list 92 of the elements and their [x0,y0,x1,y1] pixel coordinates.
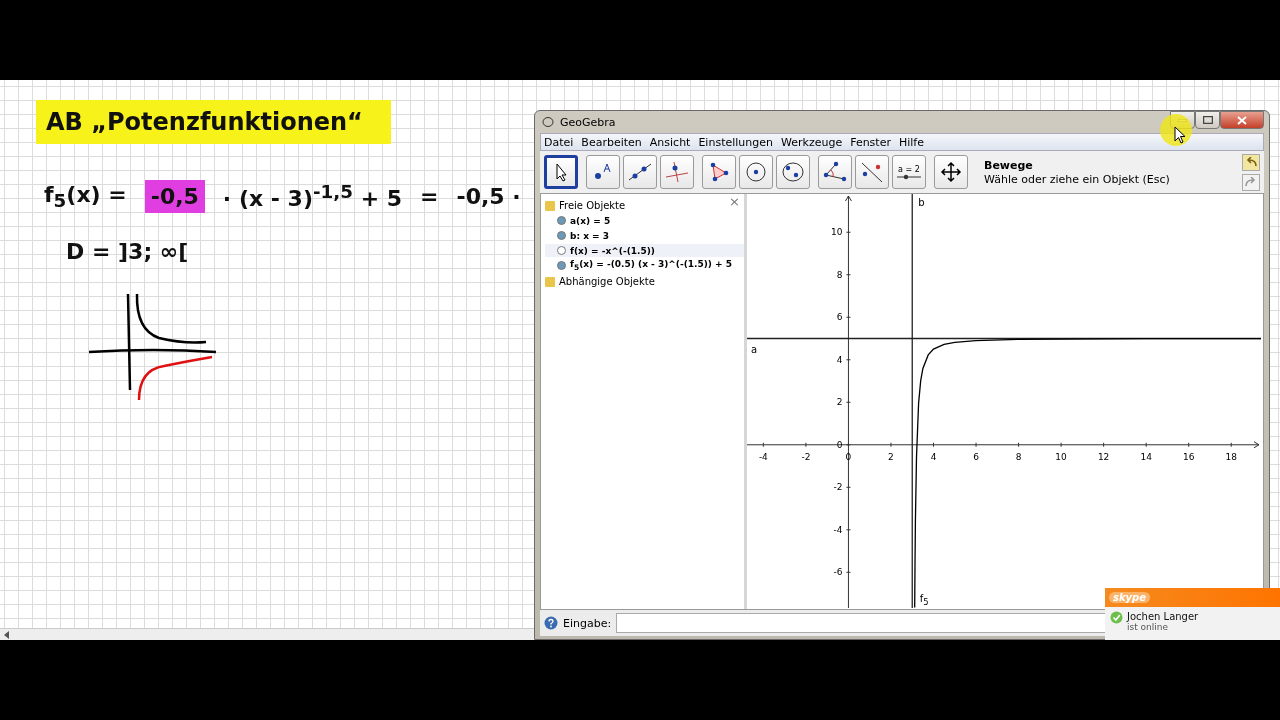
tool-button[interactable] [739,155,773,189]
tick-label: 2 [836,397,843,408]
tick-label: 2 [888,451,894,462]
online-status-icon [1110,611,1123,624]
tool-button[interactable] [544,155,578,189]
tick-label: -4 [833,524,843,535]
undo-button[interactable] [1242,153,1260,171]
tick-label: 10 [831,227,843,238]
undo-icon [1245,157,1257,167]
algebra-item[interactable]: f$_{5}$(x) = -(0.5) (x - 3)^(-(1.5)) + 5 [545,259,744,272]
tick-label: 0 [836,439,843,450]
tick-label: 6 [973,451,979,462]
formula-term: · (x - 3)$^{-1,5}$ + 5 [222,181,403,212]
tool-button[interactable] [702,155,736,189]
menu-item[interactable]: Ansicht [649,135,691,149]
tool-button[interactable]: a = 2 [892,155,926,189]
window-title: GeoGebra [560,115,616,129]
folder-icon [545,275,555,287]
visibility-dot-icon[interactable] [557,246,566,255]
reflection-icon [859,161,885,183]
tool-help: Wähle oder ziehe ein Objekt (Esc) [984,172,1170,186]
tool-button[interactable] [776,155,810,189]
menu-item[interactable]: Werkzeuge [781,135,843,149]
menu-item[interactable]: Einstellungen [698,135,773,149]
ellipse-icon [780,161,806,183]
domain-formula: D = ]3; ∞[ [66,239,189,264]
input-label: Eingabe: [563,616,612,630]
scroll-left-icon[interactable] [4,630,10,639]
line-label: b [918,197,925,208]
tick-label: 8 [836,269,843,280]
tick-label: 0 [845,451,852,462]
algebra-item[interactable]: a(x) = 5 [545,214,744,227]
tick-label: 6 [836,312,843,323]
tool-button[interactable] [818,155,852,189]
app-logo: skype [1109,592,1151,603]
close-panel-button[interactable]: × [729,194,740,209]
formula-term: -0,5 [144,180,205,213]
tool-button[interactable] [934,155,968,189]
tool-name: Bewege [984,158,1034,172]
tick-label: 12 [1097,451,1110,462]
algebra-item[interactable]: b: x = 3 [545,229,744,242]
menu-item[interactable]: Fenster [850,135,891,149]
help-icon[interactable] [544,616,558,630]
curve-label: f$_{5}$ [919,593,929,604]
menu-item[interactable]: Datei [544,135,574,149]
object-definition: a(x) = 5 [570,215,611,226]
formula-term: -0,5 · [456,184,521,209]
object-definition: b: x = 3 [570,230,610,241]
tick-label: -2 [801,451,811,462]
circle-icon [743,161,769,183]
tick-label: -2 [833,482,843,493]
close-button[interactable] [1220,111,1264,129]
slider-icon [896,173,922,180]
angle-icon [822,161,848,183]
tool-button[interactable] [623,155,657,189]
folder-icon [545,199,555,211]
maximize-button[interactable] [1195,111,1220,129]
tick-label: 18 [1225,451,1237,462]
tool-button[interactable] [586,155,620,189]
tick-label: 4 [930,451,937,462]
object-definition: f$_{5}$(x) = -(0.5) (x - 3)^(-(1.5)) + 5 [570,259,733,272]
app-logo-icon [542,116,554,128]
tick-label: -6 [833,567,843,578]
visibility-dot-icon[interactable] [557,261,566,270]
tick-label: -4 [758,451,768,462]
tick-label: 4 [836,354,843,365]
folder-label[interactable]: Abhängige Objekte [559,275,655,287]
redo-icon [1245,177,1257,187]
notes-title: AB „Potenzfunktionen“ [36,100,391,144]
line-icon [627,161,653,183]
maximize-icon [1202,116,1213,124]
perpendicular-line-icon [664,161,690,183]
mouse-pointer-icon [1174,126,1186,144]
tick-label: 10 [1055,451,1067,462]
tick-label: 16 [1182,451,1195,462]
move-arrows-icon [938,161,964,183]
line-label: a [751,343,758,355]
contact-name: Jochen Langer [1127,611,1199,622]
folder-label[interactable]: Freie Objekte [559,199,626,211]
formula-term: = [420,184,439,209]
menu-item[interactable]: Hilfe [898,135,924,149]
menu-item[interactable]: Bearbeiten [581,135,642,149]
algebra-item[interactable]: f(x) = -x^(-(1.5)) [545,244,744,257]
contact-status: ist online [1127,622,1170,632]
formula-term: f$_{5}$(x) = [44,181,127,212]
close-icon [1237,115,1247,125]
redo-button[interactable] [1242,173,1260,191]
visibility-dot-icon[interactable] [557,231,566,240]
tick-label: 8 [1015,451,1022,462]
tick-label: 14 [1140,451,1152,462]
object-definition: f(x) = -x^(-(1.5)) [570,245,655,256]
visibility-dot-icon[interactable] [557,216,566,225]
